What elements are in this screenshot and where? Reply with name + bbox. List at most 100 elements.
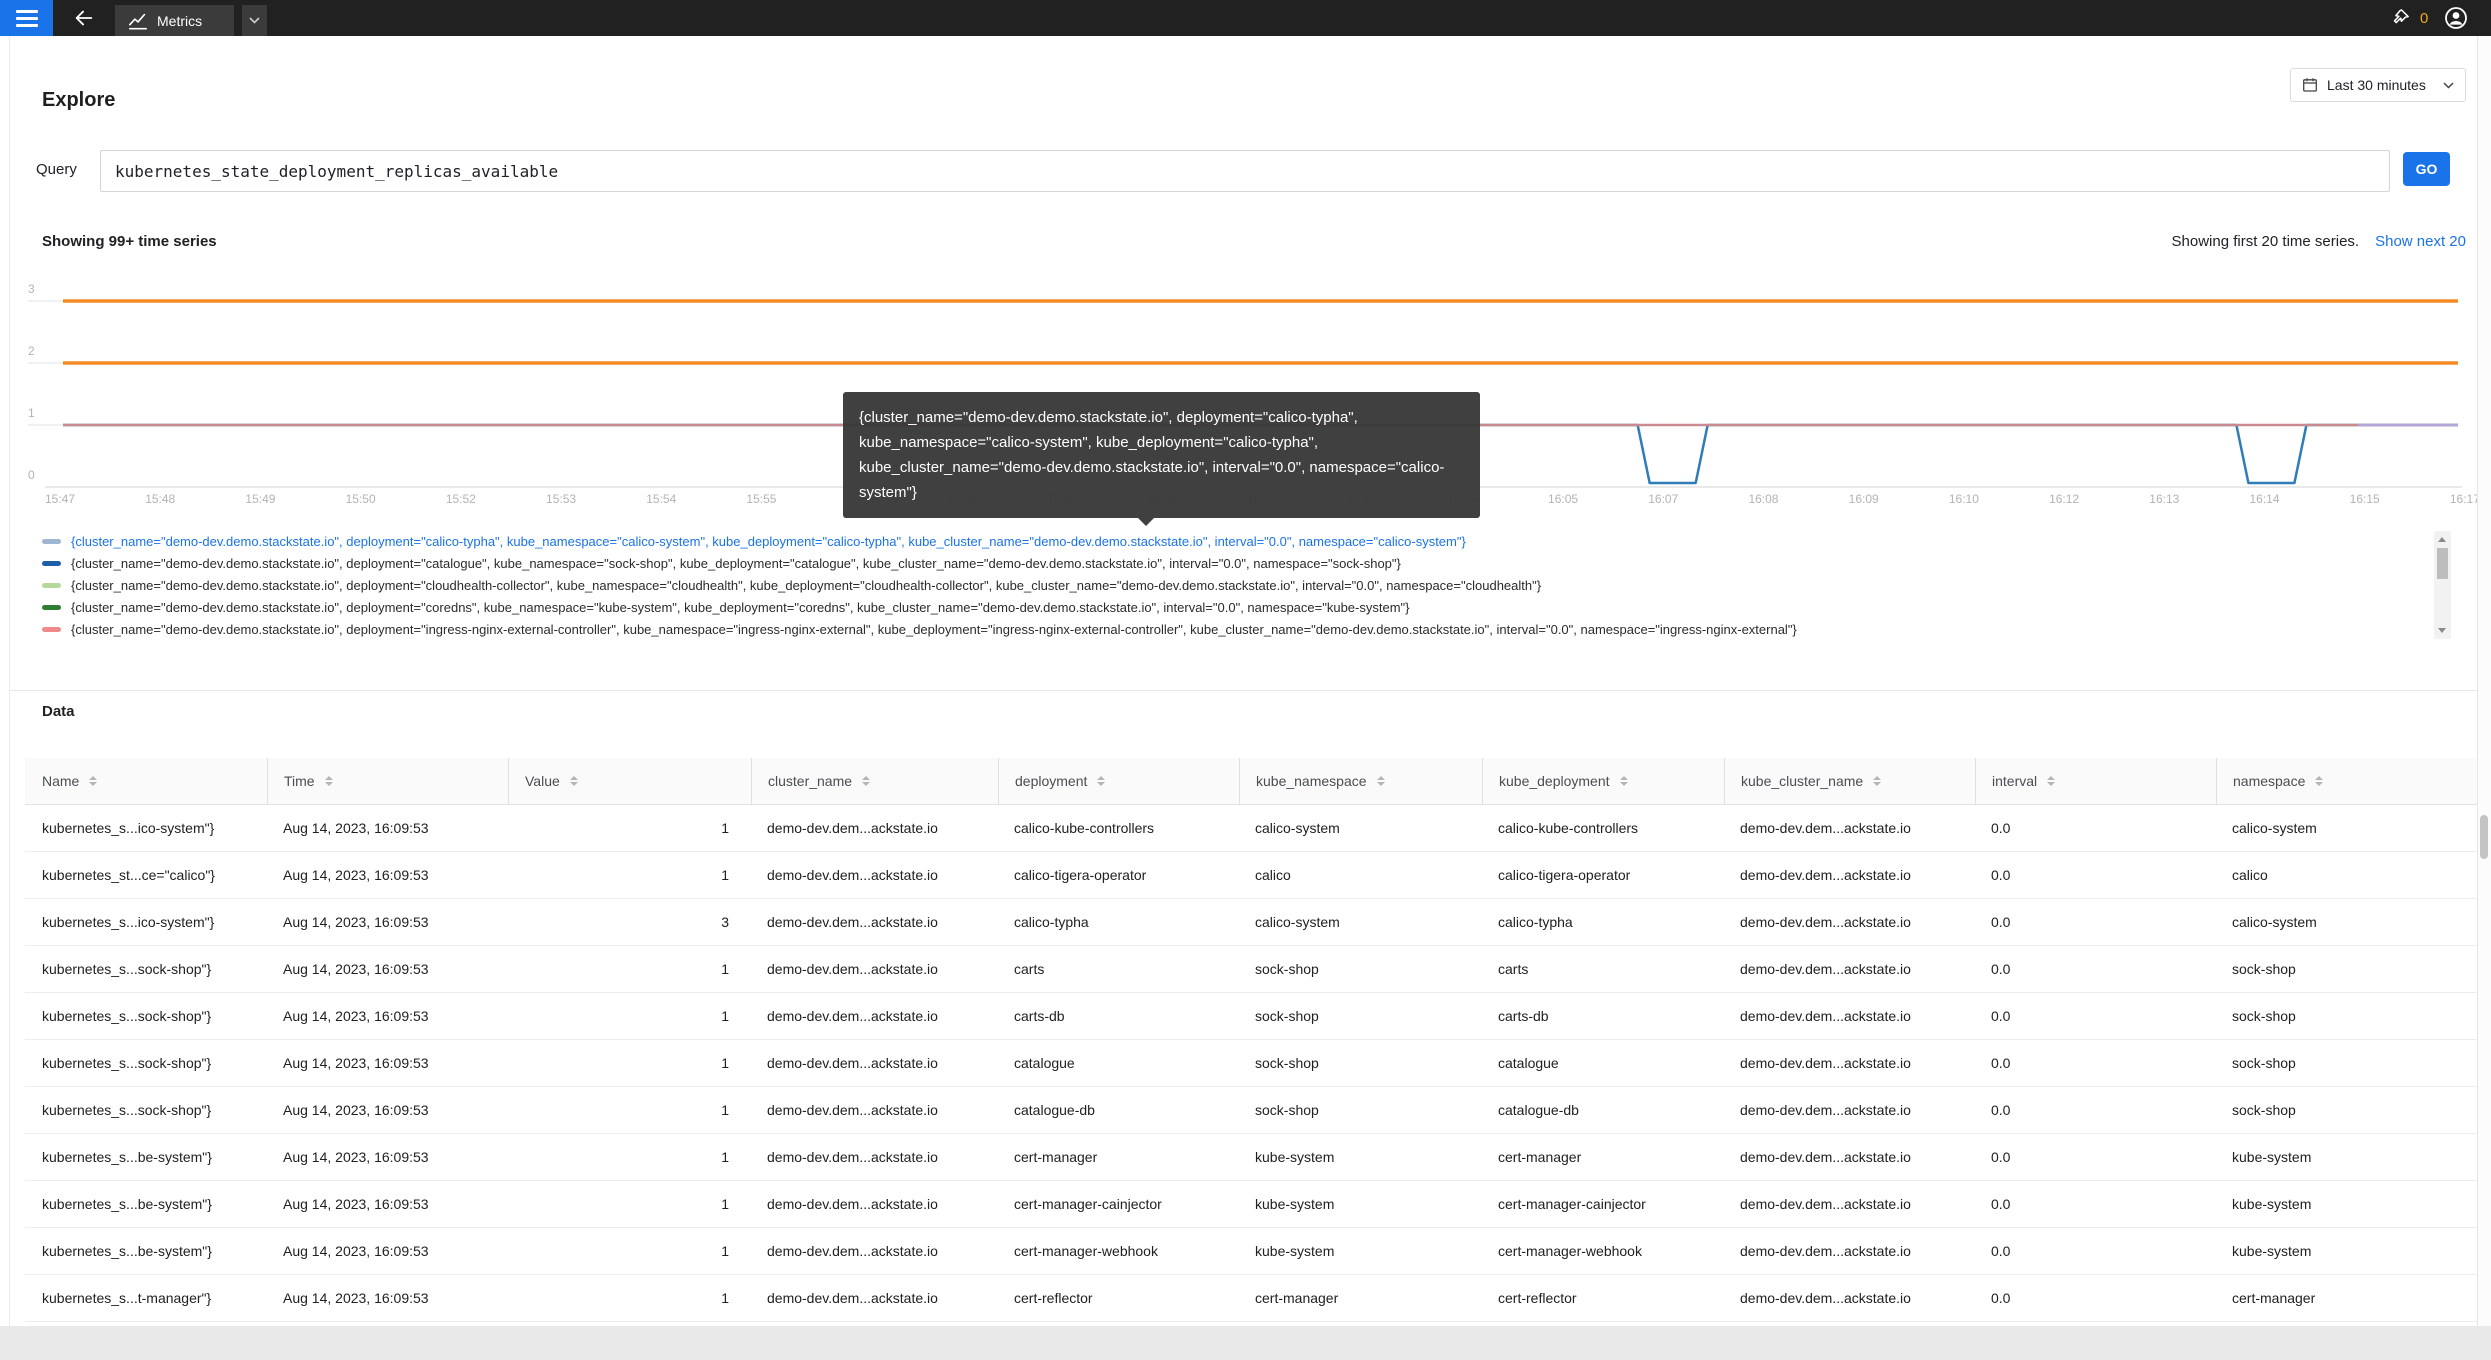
- x-tick: 16:13: [2149, 492, 2179, 506]
- user-avatar[interactable]: [2444, 6, 2468, 30]
- sort-icon[interactable]: [2315, 776, 2323, 786]
- column-header-deployment[interactable]: deployment: [998, 758, 1239, 804]
- back-button[interactable]: [62, 0, 106, 36]
- scroll-down-icon[interactable]: [2438, 628, 2446, 633]
- cell-kube-deployment: cert-reflector: [1482, 1290, 1724, 1306]
- cell-Value: 1: [508, 867, 751, 883]
- cell-deployment: carts: [998, 961, 1239, 977]
- cell-deployment: catalogue: [998, 1055, 1239, 1071]
- time-series-chart[interactable]: 3210 15:4715:4815:4915:5015:5215:5315:54…: [0, 270, 2491, 520]
- cell-namespace: sock-shop: [2216, 1008, 2477, 1024]
- legend-item[interactable]: {cluster_name="demo-dev.demo.stackstate.…: [42, 596, 2422, 618]
- cell-Time: Aug 14, 2023, 16:09:53: [267, 820, 508, 836]
- cell-interval: 0.0: [1975, 867, 2216, 883]
- table-row[interactable]: kubernetes_s...sock-shop"}Aug 14, 2023, …: [25, 1040, 2477, 1087]
- cell-namespace: cert-manager: [2216, 1290, 2477, 1306]
- chevron-down-icon: [249, 17, 260, 24]
- x-tick: 15:55: [746, 492, 776, 506]
- arrow-left-icon: [73, 7, 95, 29]
- cell-cluster-name: demo-dev.dem...ackstate.io: [751, 1055, 998, 1071]
- pin-count-badge: 0: [2420, 10, 2428, 27]
- column-header-interval[interactable]: interval: [1975, 758, 2216, 804]
- scroll-up-icon[interactable]: [2438, 537, 2446, 542]
- cell-interval: 0.0: [1975, 914, 2216, 930]
- column-header-kube-deployment[interactable]: kube_deployment: [1482, 758, 1724, 804]
- topbar: Metrics 0: [0, 0, 2491, 36]
- sort-icon[interactable]: [862, 776, 870, 786]
- menu-button[interactable]: [0, 0, 53, 36]
- query-input[interactable]: [100, 150, 2390, 192]
- table-row[interactable]: kubernetes_s...be-system"}Aug 14, 2023, …: [25, 1134, 2477, 1181]
- legend-item[interactable]: {cluster_name="demo-dev.demo.stackstate.…: [42, 618, 2422, 640]
- cell-kube-namespace: calico-system: [1239, 820, 1482, 836]
- cell-kube-deployment: catalogue: [1482, 1055, 1724, 1071]
- column-header-kube-cluster-name[interactable]: kube_cluster_name: [1724, 758, 1975, 804]
- x-tick: 16:08: [1748, 492, 1778, 506]
- time-range-selector[interactable]: Last 30 minutes: [2290, 68, 2466, 102]
- cell-kube-deployment: calico-typha: [1482, 914, 1724, 930]
- sort-icon[interactable]: [1620, 776, 1628, 786]
- tab-metrics[interactable]: Metrics: [115, 5, 234, 36]
- series-count-label: Showing 99+ time series: [42, 233, 217, 250]
- cell-Name: kubernetes_s...be-system"}: [25, 1149, 267, 1165]
- table-row[interactable]: kubernetes_s...sock-shop"}Aug 14, 2023, …: [25, 993, 2477, 1040]
- column-header-Time[interactable]: Time: [267, 758, 508, 804]
- legend-item[interactable]: {cluster_name="demo-dev.demo.stackstate.…: [42, 552, 2422, 574]
- sort-icon[interactable]: [89, 776, 97, 786]
- table-row[interactable]: kubernetes_st...ce="calico"}Aug 14, 2023…: [25, 852, 2477, 899]
- legend-item[interactable]: {cluster_name="demo-dev.demo.stackstate.…: [42, 530, 2422, 552]
- table-row[interactable]: kubernetes_s...ico-system"}Aug 14, 2023,…: [25, 805, 2477, 852]
- table-row[interactable]: kubernetes_s...t-manager"}Aug 14, 2023, …: [25, 1275, 2477, 1322]
- sort-icon[interactable]: [1377, 776, 1385, 786]
- legend-scrollbar-thumb[interactable]: [2437, 548, 2448, 579]
- cell-kube-deployment: cert-manager: [1482, 1149, 1724, 1165]
- column-header-namespace[interactable]: namespace: [2216, 758, 2477, 804]
- table-scrollbar-track[interactable]: [2477, 36, 2491, 1360]
- sort-icon[interactable]: [325, 776, 333, 786]
- user-icon: [2444, 6, 2468, 30]
- legend: {cluster_name="demo-dev.demo.stackstate.…: [42, 530, 2422, 640]
- showing-first-label: Showing first 20 time series.: [2172, 233, 2360, 250]
- cell-Time: Aug 14, 2023, 16:09:53: [267, 1149, 508, 1165]
- cell-deployment: cert-manager-webhook: [998, 1243, 1239, 1259]
- sort-icon[interactable]: [2047, 776, 2055, 786]
- cell-interval: 0.0: [1975, 1102, 2216, 1118]
- cell-Value: 1: [508, 1149, 751, 1165]
- column-header-Name[interactable]: Name: [25, 758, 267, 804]
- table-row[interactable]: kubernetes_s...sock-shop"}Aug 14, 2023, …: [25, 1087, 2477, 1134]
- go-button[interactable]: GO: [2403, 152, 2450, 186]
- metrics-explore-screen: Metrics 0 Explore Last 30 minutes Query …: [0, 0, 2491, 1360]
- show-next-link[interactable]: Show next 20: [2375, 233, 2466, 250]
- column-header-cluster-name[interactable]: cluster_name: [751, 758, 998, 804]
- table-row[interactable]: kubernetes_s...be-system"}Aug 14, 2023, …: [25, 1181, 2477, 1228]
- cell-namespace: sock-shop: [2216, 1102, 2477, 1118]
- table-row[interactable]: kubernetes_s...be-system"}Aug 14, 2023, …: [25, 1228, 2477, 1275]
- cell-Name: kubernetes_s...sock-shop"}: [25, 1055, 267, 1071]
- cell-cluster-name: demo-dev.dem...ackstate.io: [751, 867, 998, 883]
- cell-deployment: cert-manager: [998, 1149, 1239, 1165]
- tab-dropdown-button[interactable]: [242, 5, 267, 36]
- table-scrollbar-thumb[interactable]: [2480, 815, 2488, 859]
- cell-deployment: cert-reflector: [998, 1290, 1239, 1306]
- legend-item[interactable]: {cluster_name="demo-dev.demo.stackstate.…: [42, 574, 2422, 596]
- sort-icon[interactable]: [1873, 776, 1881, 786]
- column-header-label: Time: [284, 773, 315, 789]
- cell-Name: kubernetes_s...be-system"}: [25, 1196, 267, 1212]
- sort-icon[interactable]: [1097, 776, 1105, 786]
- pinned-items[interactable]: 0: [2388, 0, 2428, 36]
- cell-namespace: kube-system: [2216, 1243, 2477, 1259]
- x-tick: 15:52: [446, 492, 476, 506]
- cell-kube-namespace: sock-shop: [1239, 1102, 1482, 1118]
- legend-swatch: [42, 539, 61, 544]
- cell-namespace: sock-shop: [2216, 1055, 2477, 1071]
- cell-kube-cluster-name: demo-dev.dem...ackstate.io: [1724, 1055, 1975, 1071]
- cell-kube-namespace: sock-shop: [1239, 1008, 1482, 1024]
- table-row[interactable]: kubernetes_s...ico-system"}Aug 14, 2023,…: [25, 899, 2477, 946]
- table-row[interactable]: kubernetes_s...sock-shop"}Aug 14, 2023, …: [25, 946, 2477, 993]
- cell-Time: Aug 14, 2023, 16:09:53: [267, 867, 508, 883]
- column-header-Value[interactable]: Value: [508, 758, 751, 804]
- legend-scrollbar[interactable]: [2434, 531, 2451, 639]
- column-header-kube-namespace[interactable]: kube_namespace: [1239, 758, 1482, 804]
- cell-interval: 0.0: [1975, 1008, 2216, 1024]
- sort-icon[interactable]: [570, 776, 578, 786]
